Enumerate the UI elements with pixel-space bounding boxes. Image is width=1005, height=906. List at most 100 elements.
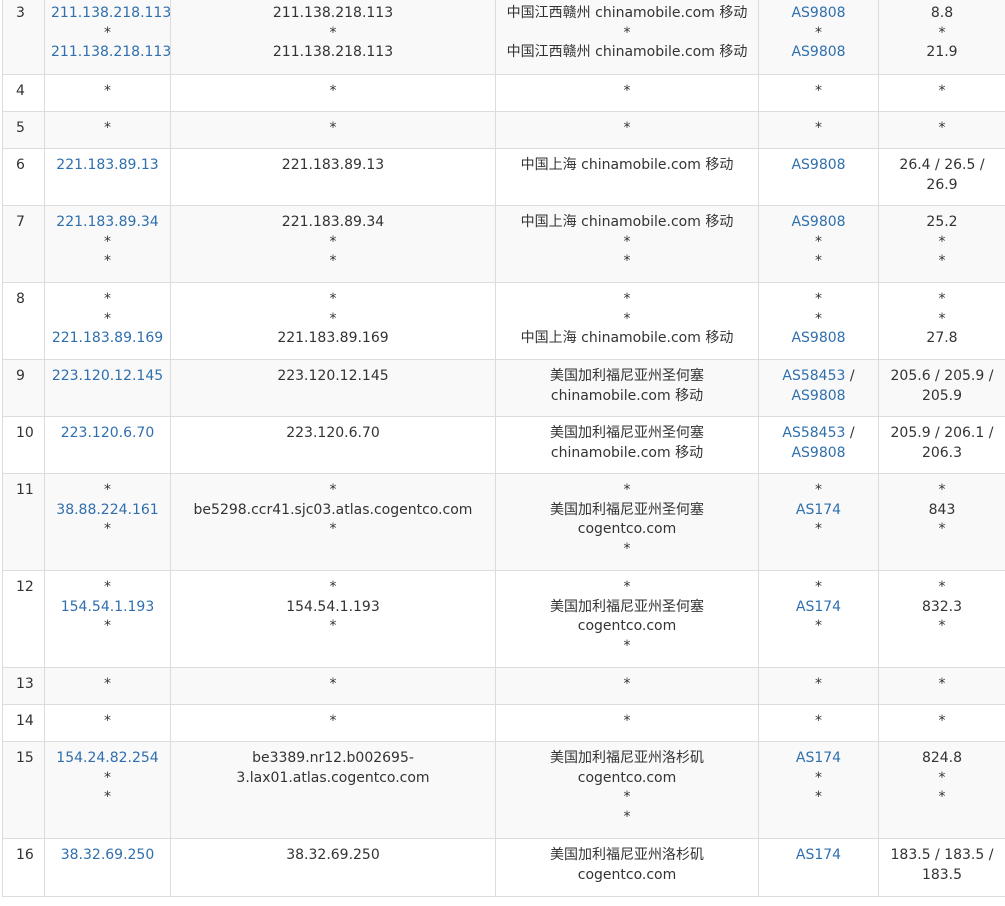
location: * (623, 310, 631, 327)
ip-link[interactable]: 154.24.82.254 (51, 749, 164, 769)
latency-ms: 183.5 (921, 866, 963, 883)
ip-cell: 154.24.82.254 * * (44, 741, 171, 839)
ip-link[interactable]: 223.120.12.145 (51, 367, 164, 387)
hop-row: 14 * * * * * (2, 704, 1005, 742)
asn-link[interactable]: AS174 (796, 750, 841, 766)
asn-line: AS9808 (765, 213, 872, 233)
latency-cell: * * 27.8 (878, 282, 1005, 360)
ip-link[interactable]: 211.138.218.113 (51, 4, 170, 24)
asn-line: AS58453 / (765, 424, 872, 444)
asn-cell: AS174 * * (758, 741, 879, 839)
asn-cell: AS9808 * AS9808 (758, 0, 879, 75)
latency-ms: * (938, 253, 946, 269)
latency-ms: 206.3 (921, 444, 963, 461)
location: 中国上海 chinamobile.com 移动 (520, 330, 734, 346)
ip-link[interactable]: 221.183.89.169 (51, 329, 164, 349)
ip-link[interactable]: 211.138.218.113 (51, 43, 170, 63)
hostname: * (329, 676, 337, 692)
ip-link[interactable]: 38.88.224.161 (51, 501, 164, 521)
hop-number: 6 (16, 157, 25, 173)
hostname-cell: 221.183.89.13 (170, 148, 496, 206)
asn-line: * (765, 290, 872, 310)
hop-number: 11 (16, 482, 34, 498)
asn-line: AS9808 (765, 387, 872, 407)
hostname: 221.183.89.13 (281, 157, 385, 173)
asn-line: AS9808 (765, 43, 872, 63)
asn-link[interactable]: AS58453 (782, 425, 845, 441)
asn-separator: / (845, 368, 855, 384)
asn-link[interactable]: AS9808 (791, 445, 845, 461)
ip-cell: * (44, 74, 171, 112)
latency-ms: * (938, 521, 946, 537)
location-cell: * (495, 704, 759, 742)
asn-link[interactable]: AS9808 (791, 44, 845, 60)
location-cell: 美国加利福尼亚州圣何塞 chinamobile.com 移动 (495, 416, 759, 474)
latency-cell: * 832.3 * (878, 570, 1005, 668)
hop-number-cell: 4 (2, 74, 45, 112)
asn-link[interactable]: AS174 (796, 502, 841, 518)
asn-line: * (765, 82, 872, 102)
ip-empty: * (104, 521, 111, 537)
hop-number: 16 (16, 847, 34, 863)
latency-ms: * (938, 482, 946, 498)
ip-link[interactable]: 154.54.1.193 (51, 598, 164, 618)
hostname-cell: * (170, 704, 496, 742)
ip-link[interactable]: 221.183.89.34 (51, 213, 164, 233)
asn-link[interactable]: AS9808 (791, 330, 845, 346)
ip-link[interactable]: 223.120.6.70 (51, 424, 164, 444)
ip-empty: * (104, 24, 111, 41)
asn-link[interactable]: AS9808 (791, 388, 845, 404)
hostname-cell: * 154.54.1.193 * (170, 570, 496, 668)
location-cell: * (495, 74, 759, 112)
hop-row: 15 154.24.82.254 * * be3389.nr12.b002695- 3.l… (2, 741, 1005, 839)
asn-line: * (765, 252, 872, 272)
asn-line: * (765, 578, 872, 598)
asn-link[interactable]: AS174 (796, 847, 841, 863)
asn-cell: * (758, 704, 879, 742)
latency-ms: 183.5 / 183.5 / (890, 847, 994, 863)
asn-cell: * AS174 * (758, 570, 879, 668)
asn-line: * (765, 233, 872, 253)
ip-empty: * (104, 676, 111, 692)
hop-number-cell: 6 (2, 148, 45, 206)
latency-ms: 25.2 (926, 214, 958, 230)
asn-line: * (765, 24, 872, 44)
location: 美国加利福尼亚州圣何塞 (550, 368, 704, 384)
location-cell: 中国江西赣州 chinamobile.com 移动 * 中国江西赣州 chinamo… (495, 0, 759, 75)
ip-empty: * (104, 769, 111, 786)
location: 中国江西赣州 chinamobile.com 移动 (506, 5, 748, 21)
location: * (623, 83, 631, 99)
hop-number: 15 (16, 750, 34, 766)
location: * (623, 233, 631, 250)
hostname: 223.120.12.145 (277, 368, 389, 384)
asn-link[interactable]: AS174 (796, 599, 841, 615)
asn-link[interactable]: AS9808 (791, 157, 845, 173)
asn-empty: * (815, 789, 822, 805)
latency-ms: * (938, 24, 946, 41)
latency-cell: * (878, 74, 1005, 112)
location: 美国加利福尼亚州圣何塞 (550, 598, 704, 615)
ip-cell: 223.120.6.70 (44, 416, 171, 474)
latency-ms: * (938, 83, 946, 99)
ip-link[interactable]: 221.183.89.13 (51, 156, 164, 176)
hostname: * (329, 482, 337, 498)
asn-link[interactable]: AS58453 (782, 368, 845, 384)
latency-cell: * (878, 667, 1005, 705)
location: * (623, 808, 631, 825)
latency-ms: * (938, 789, 946, 805)
location-cell: 中国上海 chinamobile.com 移动 * * (495, 205, 759, 283)
asn-cell: * * AS9808 (758, 282, 879, 360)
asn-empty: * (815, 482, 822, 498)
hop-number: 3 (16, 5, 25, 21)
ip-empty: * (104, 253, 111, 269)
asn-line: AS9808 (765, 156, 872, 176)
ip-link[interactable]: 38.32.69.250 (51, 846, 164, 866)
hop-number-cell: 10 (2, 416, 45, 474)
hop-row: 8 * * 221.183.89.169 * * 221.183.89.169 * * 中国上海 … (2, 282, 1005, 360)
latency-ms: 26.9 (926, 176, 958, 193)
asn-cell: AS9808 (758, 148, 879, 206)
hostname: * (329, 233, 337, 250)
location: cogentco.com (577, 618, 677, 634)
asn-link[interactable]: AS9808 (791, 5, 845, 21)
asn-link[interactable]: AS9808 (791, 214, 845, 230)
